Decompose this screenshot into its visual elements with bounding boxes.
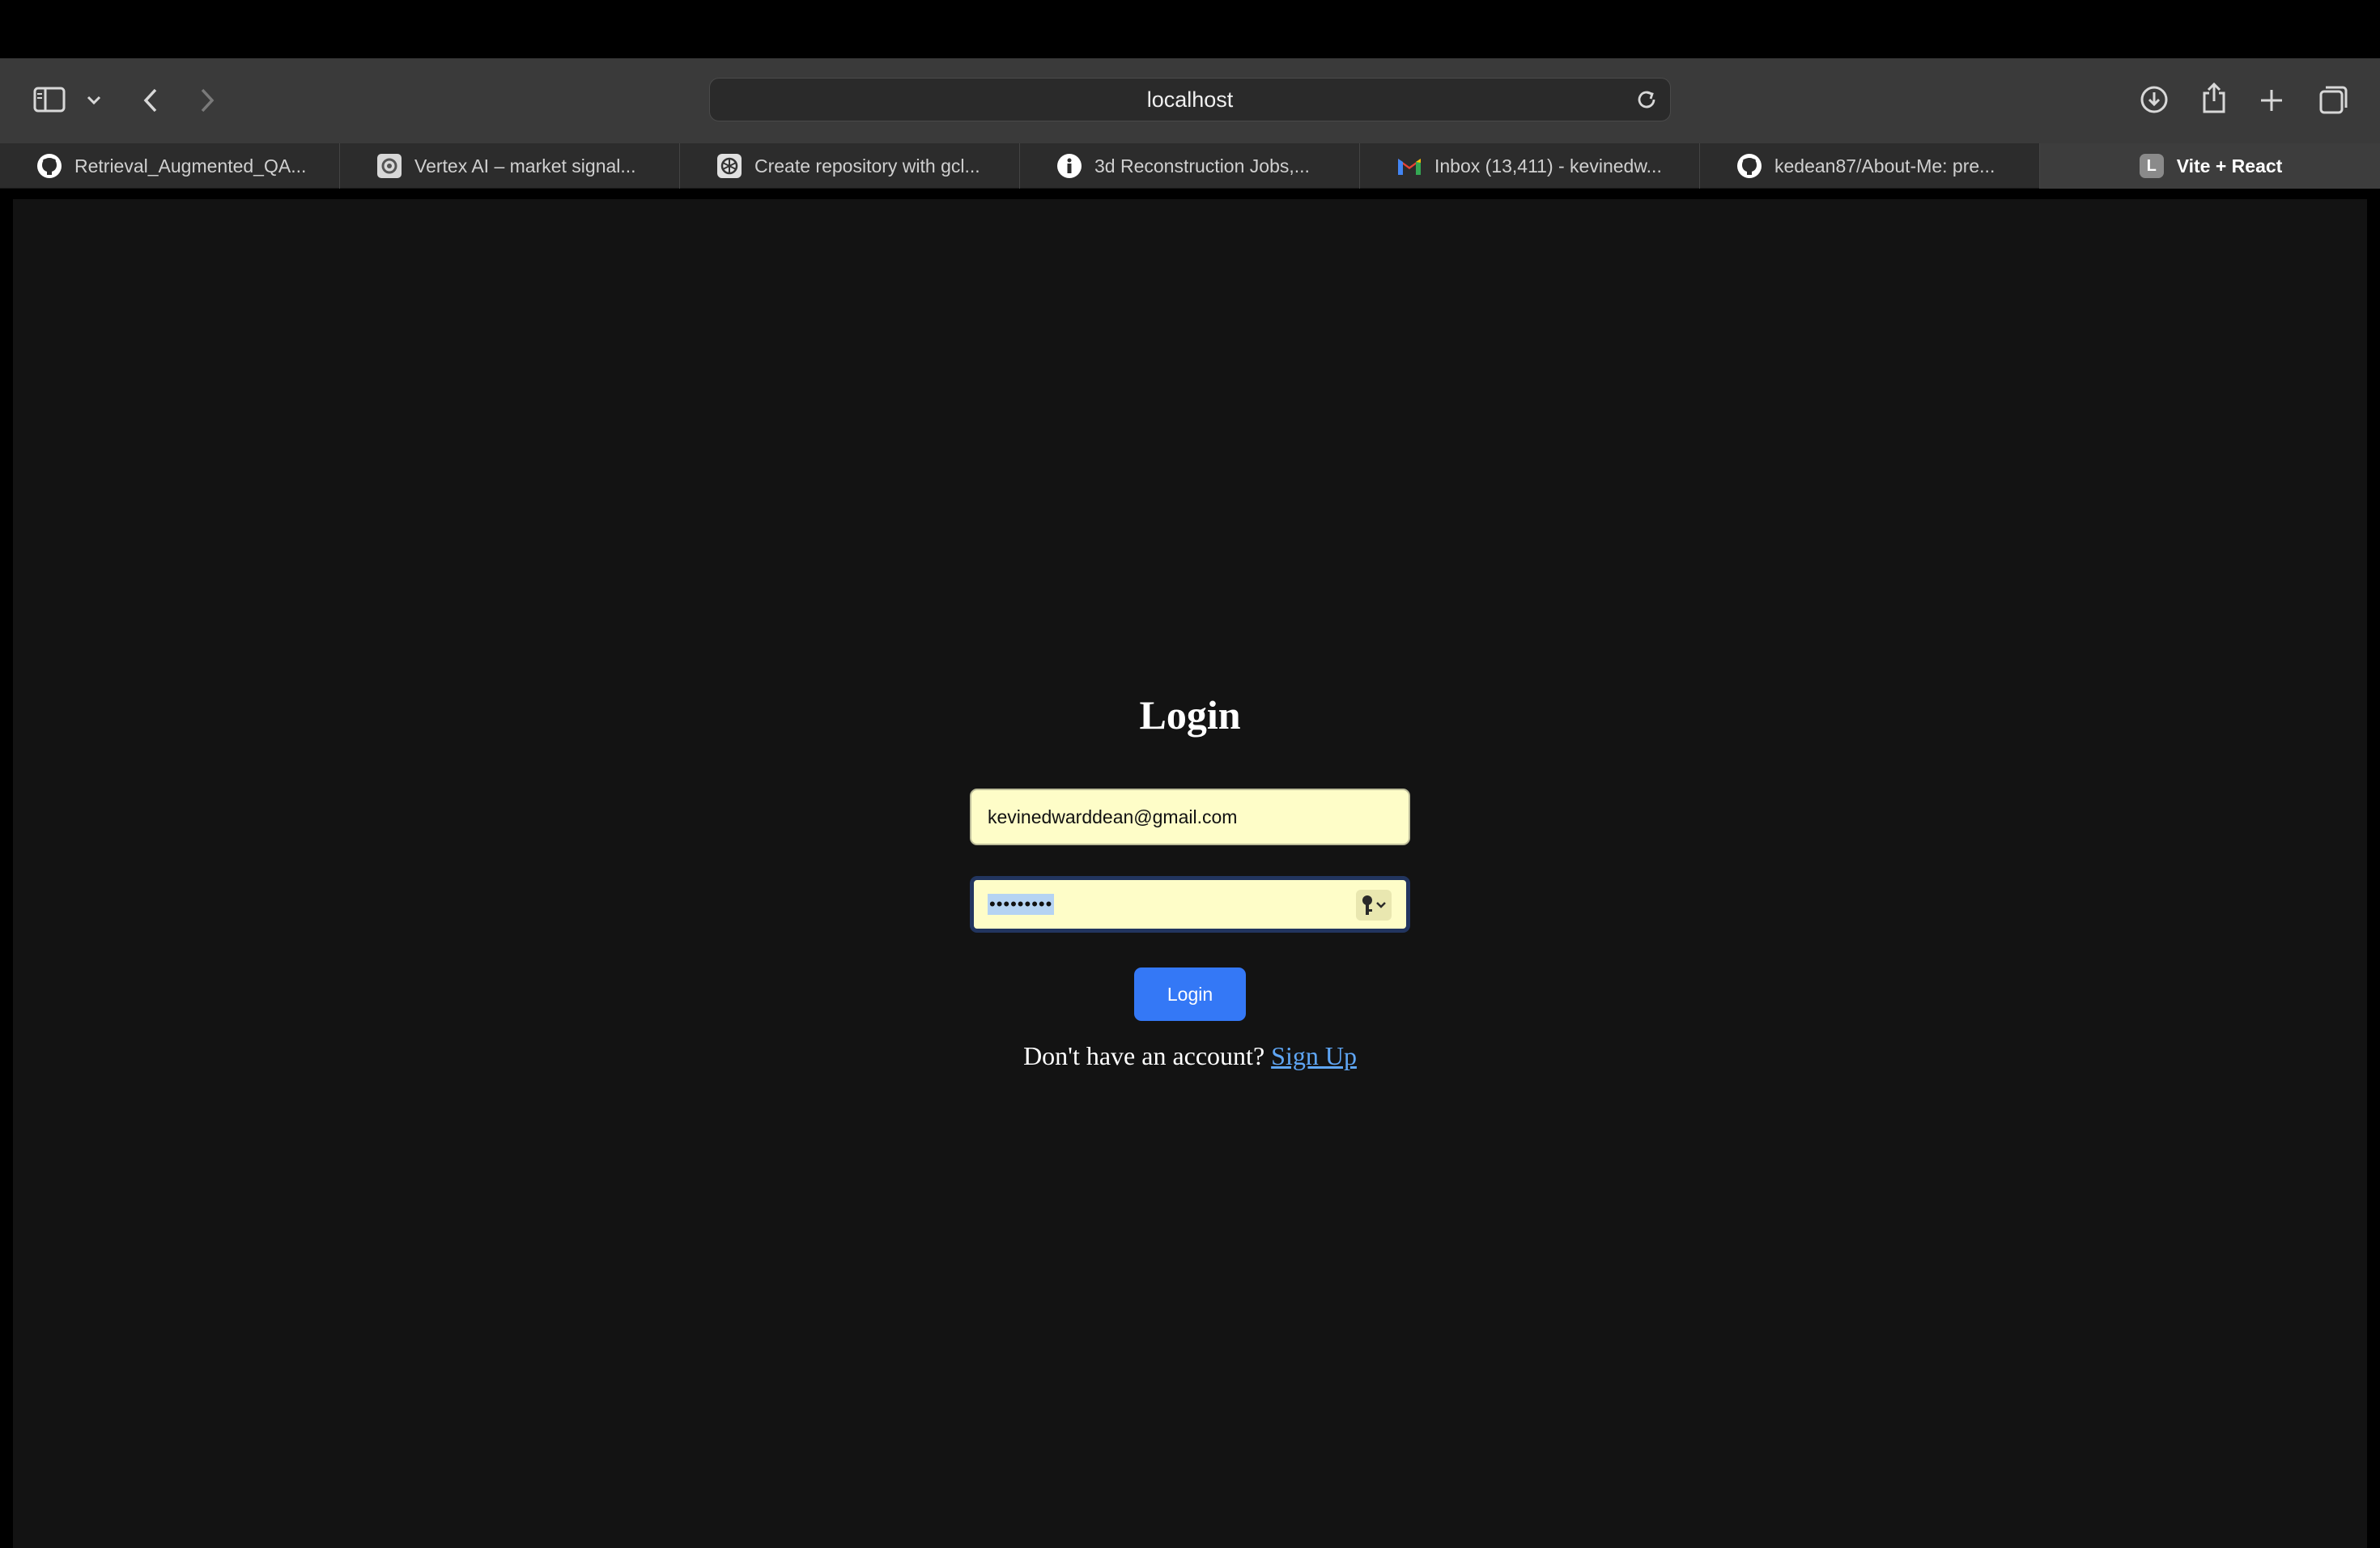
tab-bar: Retrieval_Augmented_QA... Vertex AI – ma… bbox=[0, 143, 2380, 189]
key-icon[interactable] bbox=[1356, 890, 1392, 921]
forward-icon[interactable] bbox=[194, 83, 220, 118]
tab-overview-icon[interactable] bbox=[2317, 83, 2351, 117]
tab-retrieval-augmented-qa[interactable]: Retrieval_Augmented_QA... bbox=[0, 143, 340, 189]
page-title: Login bbox=[1139, 692, 1241, 738]
email-field[interactable]: kevinedwarddean@gmail.com bbox=[970, 789, 1410, 845]
tab-label: Vertex AI – market signal... bbox=[414, 155, 636, 176]
tab-3d-reconstruction-jobs[interactable]: 3d Reconstruction Jobs,... bbox=[1020, 143, 1360, 189]
password-field[interactable]: ••••••••• bbox=[970, 876, 1410, 933]
sidebar-toggle-icon[interactable] bbox=[32, 83, 66, 117]
letter-l-icon: L bbox=[2138, 152, 2165, 180]
tab-label: kedean87/About-Me: pre... bbox=[1774, 155, 1995, 176]
tab-create-repository[interactable]: Create repository with gcl... bbox=[680, 143, 1020, 189]
tab-vite-react[interactable]: L Vite + React bbox=[2040, 143, 2380, 189]
signup-prompt-line: Don't have an account? Sign Up bbox=[13, 1041, 2367, 1071]
github-icon bbox=[1736, 152, 1763, 180]
vertex-ai-icon bbox=[376, 152, 403, 180]
gmail-icon bbox=[1396, 152, 1423, 180]
tab-vertex-ai[interactable]: Vertex AI – market signal... bbox=[340, 143, 680, 189]
downloads-icon[interactable] bbox=[2137, 83, 2171, 117]
signup-link[interactable]: Sign Up bbox=[1271, 1041, 1357, 1070]
signup-prompt: Don't have an account? bbox=[1023, 1041, 1265, 1070]
reload-icon[interactable] bbox=[1634, 87, 1659, 116]
email-value: kevinedwarddean@gmail.com bbox=[988, 806, 1238, 827]
tab-label: 3d Reconstruction Jobs,... bbox=[1094, 155, 1310, 176]
tab-label: Retrieval_Augmented_QA... bbox=[74, 155, 307, 176]
tab-label: Create repository with gcl... bbox=[754, 155, 980, 176]
tab-label: Inbox (13,411) - kevinedw... bbox=[1434, 155, 1662, 176]
password-value: ••••••••• bbox=[988, 894, 1055, 915]
tab-about-me[interactable]: kedean87/About-Me: pre... bbox=[1700, 143, 2040, 189]
openai-icon bbox=[716, 152, 743, 180]
login-button[interactable]: Login bbox=[1134, 968, 1246, 1021]
share-icon[interactable] bbox=[2197, 79, 2231, 117]
page-content: Login kevinedwarddean@gmail.com ••••••••… bbox=[13, 199, 2367, 1548]
address-text: localhost bbox=[1146, 87, 1234, 112]
tab-label: Vite + React bbox=[2176, 155, 2283, 176]
github-icon bbox=[36, 152, 63, 180]
address-bar[interactable]: localhost bbox=[709, 78, 1671, 121]
tab-inbox-gmail[interactable]: Inbox (13,411) - kevinedw... bbox=[1360, 143, 1700, 189]
screen-top-bar bbox=[0, 0, 2380, 58]
info-icon bbox=[1056, 152, 1083, 180]
new-tab-icon[interactable] bbox=[2255, 84, 2288, 117]
chevron-down-icon[interactable] bbox=[84, 91, 104, 110]
back-icon[interactable] bbox=[138, 83, 164, 118]
